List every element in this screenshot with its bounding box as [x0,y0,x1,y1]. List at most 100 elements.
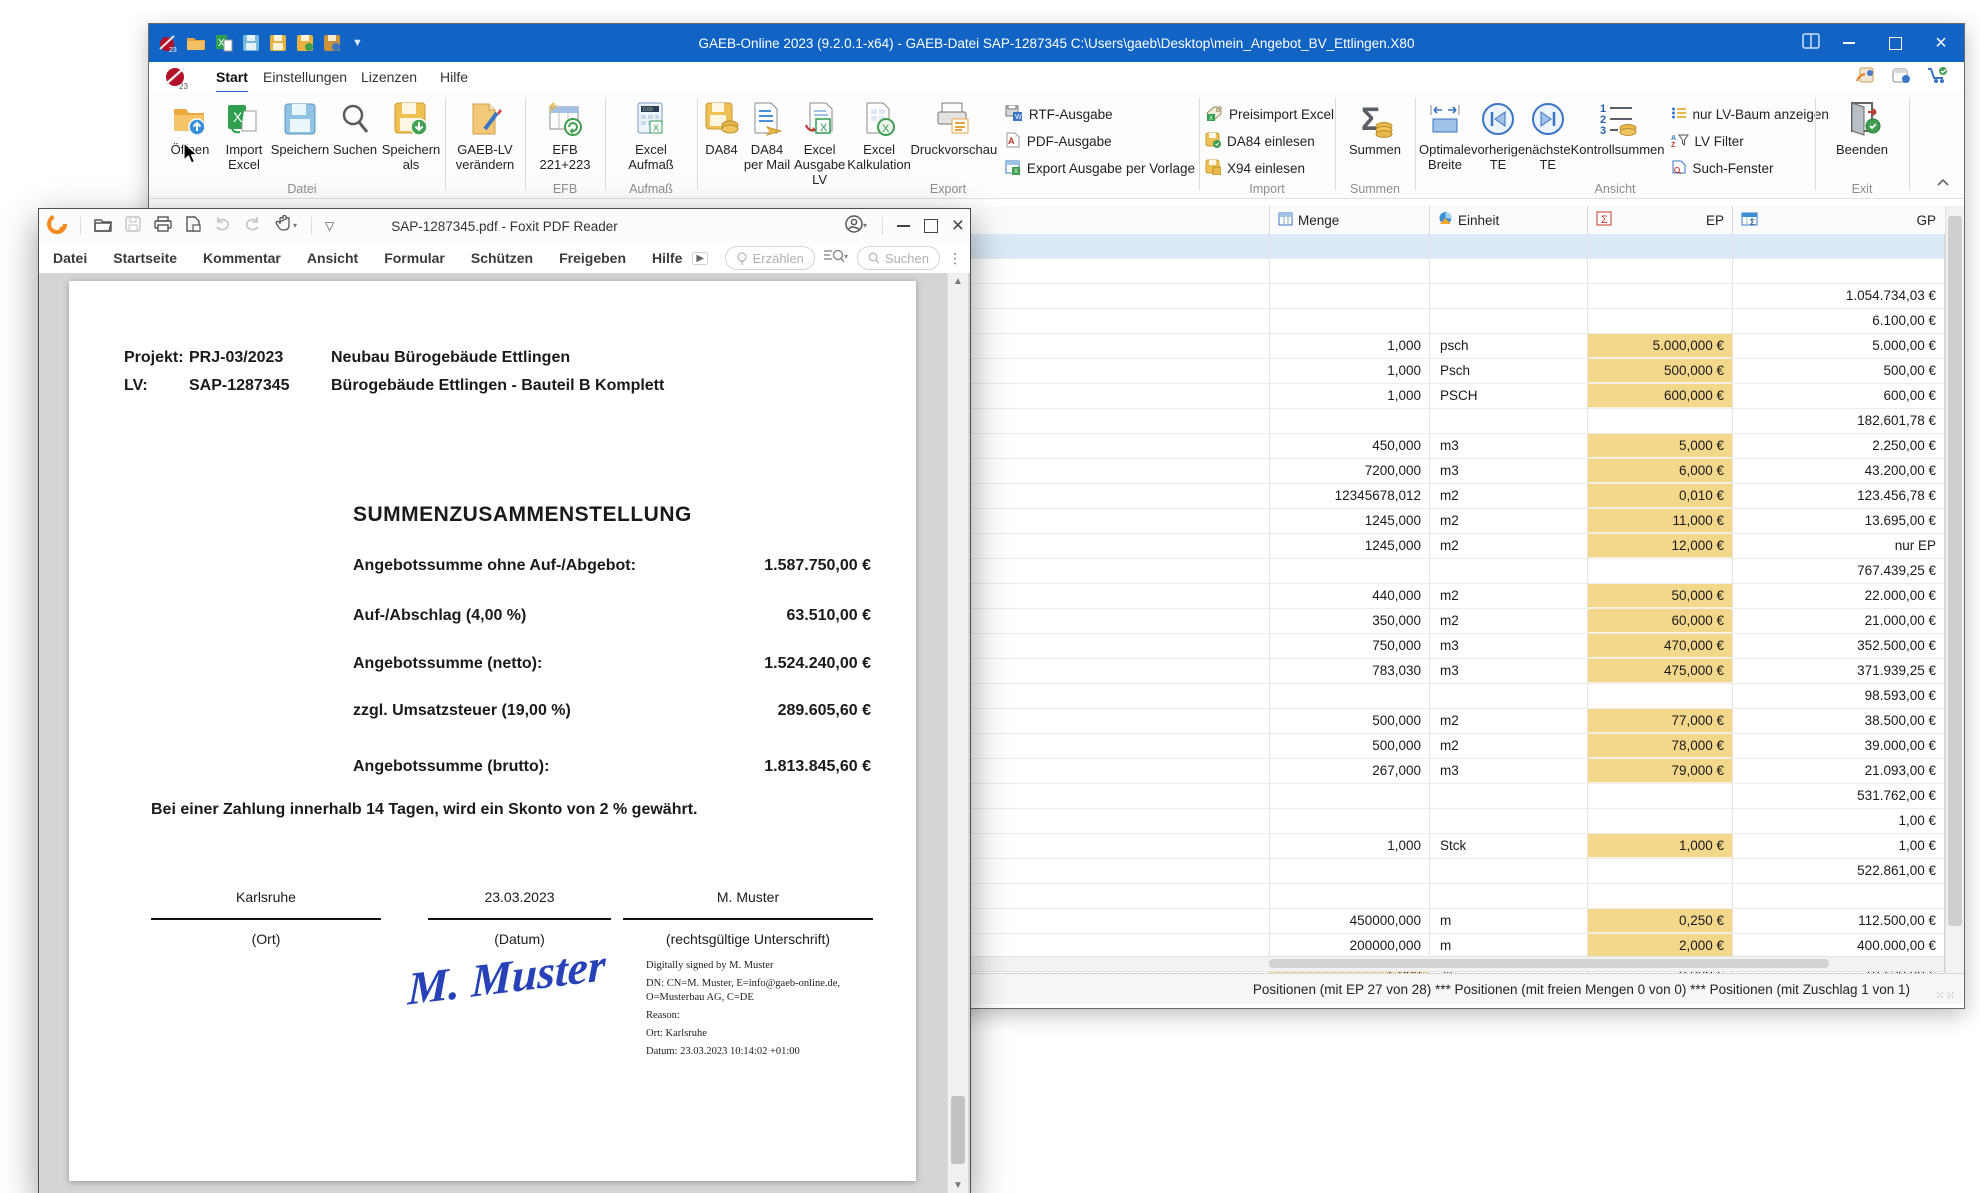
svg-text:▾: ▾ [863,221,867,230]
such-fenster-button[interactable]: Such-Fenster [1671,156,1829,180]
menu-schuetzen[interactable]: Schützen [471,250,533,266]
excel-aufmass-button[interactable]: 0.00X Excel Aufmaß [620,96,682,172]
titlebar-mini-icons [1854,65,1950,90]
more-options-icon[interactable]: ⋮ [948,250,962,267]
svg-text:Σ: Σ [1601,214,1608,226]
table-cell: m2 [1429,534,1587,558]
pdf-vertical-scrollbar[interactable]: ▲ ▼ [947,273,968,1193]
kontrollsummen-button[interactable]: 123 Kontrollsummen [1571,96,1665,157]
scroll-down-icon[interactable]: ▼ [948,1180,968,1191]
table-cell [1429,309,1587,333]
header-cell-ep[interactable]: Σ EP [1587,206,1732,234]
fx-open-icon[interactable] [94,216,112,237]
erzaehlen-button[interactable]: Erzählen [725,246,815,270]
header-cell-menge[interactable]: Menge [1269,206,1429,234]
table-cell [1269,809,1429,833]
fx-print-icon[interactable] [154,216,172,237]
menu-formular[interactable]: Formular [384,250,445,266]
vorherige-te-button[interactable]: vorherige TE [1471,96,1525,172]
cart-icon[interactable] [1926,65,1950,90]
zoom-tool-icon[interactable]: ▾ [823,248,849,268]
da84-per-mail-button[interactable]: DA84 per Mail [742,96,792,172]
package-icon[interactable] [1890,65,1912,90]
save-as-floppy-icon [393,98,429,140]
fx-hand-tool-icon[interactable]: ▾ [274,215,298,237]
speichern-button[interactable]: Speichern [271,96,329,157]
menu-kommentar[interactable]: Kommentar [203,250,281,266]
gp-table-icon: Σ [1741,212,1758,229]
floppy-import-icon [1205,132,1221,151]
fx-print-page-icon[interactable] [185,216,201,237]
foxit-close-button[interactable]: × [952,216,964,236]
search-pill[interactable]: Suchen [857,246,940,270]
menu-ansicht[interactable]: Ansicht [307,250,358,266]
fx-undo-icon[interactable] [214,216,231,236]
menu-overflow-button[interactable]: ▶ [692,252,708,265]
layout-icon[interactable] [1802,33,1820,54]
pdf-scroll-thumb[interactable] [951,1096,965,1164]
fx-redo-icon[interactable] [244,216,261,236]
table-cell [1429,559,1587,583]
header-cell-gp[interactable]: Σ GP [1732,206,1944,234]
menu-hilfe[interactable]: Hilfe [652,250,682,266]
header-cell-einheit[interactable]: Einheit [1429,206,1587,234]
signature-line [151,918,381,920]
summen-button[interactable]: Σ Summen [1343,96,1407,157]
da84-button[interactable]: DA84 [701,96,742,157]
ribbon-collapse-icon[interactable] [1936,174,1950,192]
table-cell [1587,859,1732,883]
resize-grip[interactable]: ⁙⁙ [1936,989,1956,1002]
pdf-projekt-nr: PRJ-03/2023 [189,349,283,367]
share-icon[interactable] [1854,65,1876,90]
tab-hilfe[interactable]: Hilfe [440,62,468,91]
fx-customize-icon[interactable]: ▽ [325,219,334,233]
table-cell: 112.500,00 € [1732,909,1944,933]
menu-datei[interactable]: Datei [53,250,87,266]
foxit-tool-pills: Erzählen ▾ Suchen ⋮ [725,243,962,273]
optimale-breite-button[interactable]: Optimale Breite [1419,96,1471,172]
table-vertical-scrollbar[interactable] [1945,206,1964,973]
foxit-maximize-button[interactable] [924,219,938,233]
excel-ausgabe-lv-button[interactable]: X Excel Ausgabe LV [792,96,847,187]
fx-save-icon[interactable] [125,216,141,237]
account-icon[interactable]: ▾ [844,214,868,239]
import-excel-button[interactable]: X Import Excel [217,96,271,172]
x94-einlesen-button[interactable]: X94 einlesen [1205,156,1334,180]
maximize-button[interactable] [1872,24,1918,62]
tab-lizenzen[interactable]: Lizenzen [361,62,417,91]
menu-startseite[interactable]: Startseite [113,250,177,266]
export-vorlage-button[interactable]: X Export Ausgabe per Vorlage [1005,156,1195,180]
tab-start[interactable]: Start [216,62,248,94]
preisimport-excel-button[interactable]: X Preisimport Excel [1205,102,1334,126]
app-menu-logo-icon[interactable]: 23 [163,64,189,95]
speichern-als-button[interactable]: Speichern als [381,96,441,172]
menu-freigeben[interactable]: Freigeben [559,250,626,266]
excel-sheet-icon: X [226,98,262,140]
nur-lv-baum-button[interactable]: nur LV-Baum anzeigen [1671,102,1829,126]
ribbon-group-ansicht: Optimale Breite vorherige TE nächste TE … [1419,92,1811,198]
excel-kalkulation-button[interactable]: X Excel Kalkulation [847,96,911,172]
gaeb-lv-veraendern-button[interactable]: GAEB-LV verändern [449,96,521,172]
rtf-ausgabe-button[interactable]: W RTF-Ausgabe [1005,102,1195,126]
tab-einstellungen[interactable]: Einstellungen [263,62,347,91]
az-filter-icon: AZ [1671,133,1689,150]
efb-221-223-button[interactable]: EFB 221+223 [529,96,601,172]
druckvorschau-button[interactable]: Druckvorschau [911,96,997,157]
group-separator [1815,98,1816,190]
table-cell: 1,000 [1269,359,1429,383]
suchen-button[interactable]: Suchen [329,96,381,157]
minimize-button[interactable] [1826,24,1872,62]
close-button[interactable]: × [1918,24,1964,62]
ribbon-tab-row: 23 Start Einstellungen Lizenzen Hilfe [149,62,1964,93]
da84-einlesen-button[interactable]: DA84 einlesen [1205,129,1334,153]
table-cell: 0,010 € [1587,484,1732,508]
beenden-button[interactable]: Beenden [1830,96,1894,157]
lv-filter-button[interactable]: AZ LV Filter [1671,129,1829,153]
scroll-up-icon[interactable]: ▲ [948,276,968,287]
hscroll-thumb[interactable] [1269,959,1829,968]
pdf-ausgabe-button[interactable]: A PDF-Ausgabe [1005,129,1195,153]
vscroll-thumb[interactable] [1948,216,1962,926]
foxit-minimize-button[interactable] [897,225,910,227]
table-cell: 43.200,00 € [1732,459,1944,483]
naechste-te-button[interactable]: nächste TE [1525,96,1571,172]
